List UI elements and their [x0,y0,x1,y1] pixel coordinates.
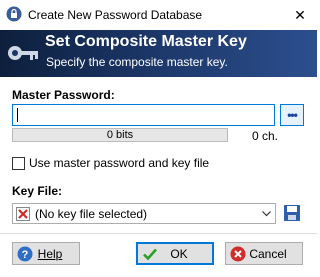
footer-separator [0,233,317,234]
text-caret [17,108,18,122]
master-password-input[interactable] [12,104,275,126]
banner-subtitle: Specify the composite master key. [46,55,228,69]
use-key-file-checkbox[interactable] [12,157,25,170]
password-char-count: 0 ch. [252,129,279,143]
ok-button-label: OK [170,246,188,261]
cancel-button[interactable]: Cancel [225,242,303,265]
close-icon: ✕ [294,6,306,23]
key-file-dropdown[interactable]: (No key file selected) [12,203,276,224]
svg-text:?: ? [22,249,29,261]
cancel-button-label: Cancel [249,246,287,261]
checkmark-icon [143,248,157,260]
close-button[interactable]: ✕ [283,0,317,30]
key-icon [8,46,38,60]
help-button-label: Help [37,246,63,261]
app-lock-icon [6,6,22,22]
password-quality-bar: 0 bits [12,128,228,142]
show-password-button[interactable]: ••• [280,104,304,126]
window-title: Create New Password Database [28,8,203,22]
key-file-label: Key File: [12,184,63,198]
no-key-file-icon [16,207,30,221]
cancel-icon [230,246,246,261]
title-bar: Create New Password Database ✕ [0,0,317,30]
header-banner: Set Composite Master Key Specify the com… [0,30,317,77]
master-password-label: Master Password: [12,88,115,102]
dots-icon: ••• [287,108,298,122]
save-icon [284,205,300,221]
banner-title: Set Composite Master Key [45,33,247,50]
help-icon: ? [17,246,33,261]
use-key-file-label[interactable]: Use master password and key file [29,156,209,170]
key-file-selected-value: (No key file selected) [35,207,148,221]
chevron-down-icon[interactable] [259,206,273,222]
ok-button[interactable]: OK [136,242,214,265]
help-button[interactable]: ? Help [12,242,80,265]
save-key-file-button[interactable] [281,202,303,224]
